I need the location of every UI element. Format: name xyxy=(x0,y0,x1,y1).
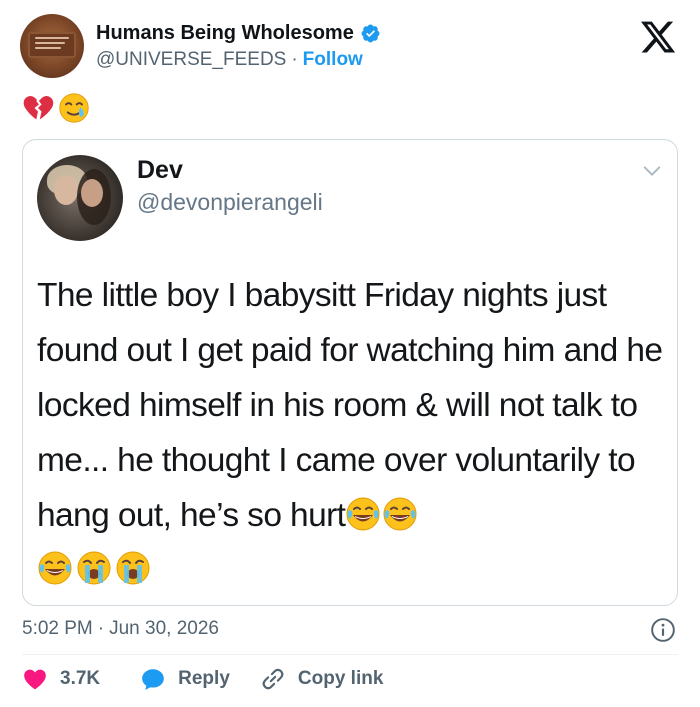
author-name-row: Humans Being Wholesome xyxy=(96,22,381,45)
face-with-tears-of-joy-icon xyxy=(345,496,381,532)
tweet-date[interactable]: Jun 30, 2026 xyxy=(109,618,219,640)
quoted-emoji-line xyxy=(37,550,667,586)
face-with-tears-of-joy-icon xyxy=(382,496,418,532)
info-icon[interactable] xyxy=(650,617,676,643)
divider xyxy=(22,654,678,655)
copy-link-label: Copy link xyxy=(297,668,384,689)
reply-button[interactable]: Reply xyxy=(140,666,230,692)
quoted-tweet-text-block: The little boy I babysitt Friday nights … xyxy=(37,268,667,586)
tweet-time[interactable]: 5:02 PM xyxy=(22,618,93,640)
crying-smiling-face-icon xyxy=(59,93,89,123)
follow-button[interactable]: Follow xyxy=(303,49,363,71)
quoted-tweet-card[interactable]: Dev @devonpierangeli The little boy I ba… xyxy=(22,139,678,606)
author-display-name[interactable]: Humans Being Wholesome xyxy=(96,22,354,45)
tweet-header: Humans Being Wholesome @UNIVERSE_FEEDS ·… xyxy=(0,0,700,90)
like-count: 3.7K xyxy=(60,668,101,689)
x-logo-icon[interactable] xyxy=(638,18,678,56)
face-with-tears-of-joy-icon xyxy=(37,550,73,586)
loudly-crying-face-icon xyxy=(115,550,151,586)
broken-heart-icon xyxy=(23,96,54,120)
chevron-down-icon[interactable] xyxy=(641,160,663,182)
timestamp-separator: · xyxy=(97,618,105,639)
separator-dot: · xyxy=(291,49,298,70)
author-handle-row: @UNIVERSE_FEEDS · Follow xyxy=(96,49,363,71)
action-bar: 3.7K Reply Copy link xyxy=(22,666,383,692)
copy-link-button[interactable]: Copy link xyxy=(260,666,384,692)
loudly-crying-face-icon xyxy=(76,550,112,586)
author-handle[interactable]: @UNIVERSE_FEEDS xyxy=(96,49,286,71)
quoted-avatar[interactable] xyxy=(37,155,123,241)
heart-icon xyxy=(24,669,46,690)
like-button[interactable]: 3.7K xyxy=(22,666,100,692)
quoted-author-handle[interactable]: @devonpierangeli xyxy=(137,189,323,216)
avatar[interactable] xyxy=(20,14,84,78)
post-emoji-row xyxy=(22,92,90,124)
reply-bubble-icon xyxy=(142,669,164,690)
link-icon xyxy=(262,668,284,690)
reply-label: Reply xyxy=(178,668,230,689)
tweet-timestamp[interactable]: 5:02 PM · Jun 30, 2026 xyxy=(22,618,219,640)
quoted-author-name[interactable]: Dev xyxy=(137,156,183,185)
verified-badge-icon xyxy=(361,24,380,43)
